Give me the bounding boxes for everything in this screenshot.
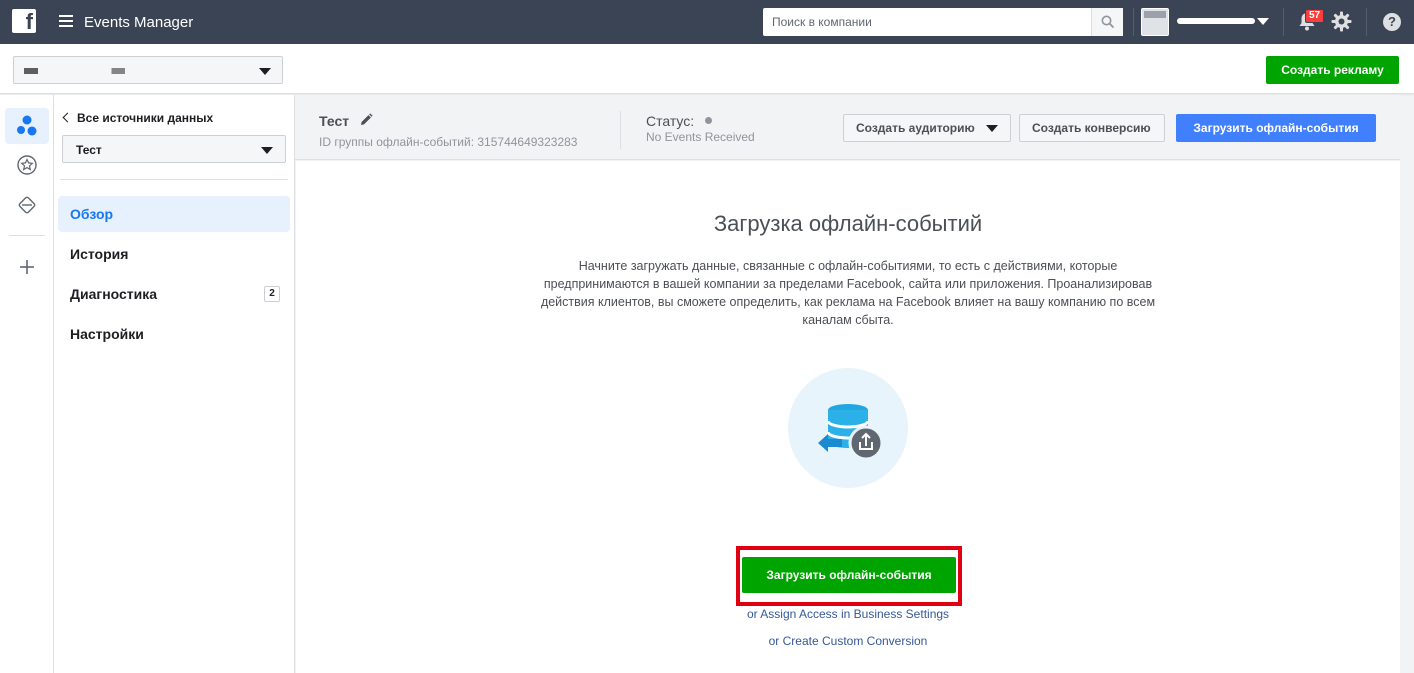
status-dot	[705, 117, 712, 124]
nav-item-overview[interactable]: Обзор	[58, 196, 290, 232]
left-nav: Все источники данных Тест Обзор История …	[54, 95, 295, 673]
facebook-logo-icon[interactable]: f	[12, 9, 36, 34]
upload-offline-events-header-button[interactable]: Загрузить офлайн-события	[1176, 114, 1376, 142]
business-bar	[0, 44, 1414, 94]
chevron-down-icon	[261, 147, 273, 154]
main-content: Загрузка офлайн-событий Начните загружат…	[296, 161, 1400, 673]
nav-item-label: История	[70, 246, 129, 262]
search-input[interactable]	[763, 8, 1091, 36]
upload-offline-events-button[interactable]: Загрузить офлайн-события	[742, 557, 956, 593]
create-audience-label: Создать аудиторию	[856, 121, 975, 135]
menu-icon[interactable]	[59, 15, 73, 27]
back-to-data-sources-link[interactable]: Все источники данных	[62, 111, 214, 125]
icon-rail	[0, 95, 54, 673]
database-upload-icon	[788, 368, 908, 488]
diagnostics-count-badge: 2	[264, 286, 280, 302]
add-icon[interactable]	[17, 257, 37, 277]
app-title[interactable]: Events Manager	[84, 14, 193, 31]
page-title: Тест	[319, 113, 350, 129]
notification-badge: 57	[1305, 9, 1325, 23]
gear-icon[interactable]	[1331, 11, 1352, 32]
nav-item-diagnostics[interactable]: Диагностика 2	[58, 276, 290, 312]
account-name-redacted[interactable]	[1177, 18, 1255, 24]
pencil-icon[interactable]	[359, 113, 373, 127]
offline-event-set-id: ID группы офлайн-событий: 31574464932328…	[319, 135, 578, 149]
nav-item-label: Обзор	[70, 206, 114, 222]
custom-conversion-link-text[interactable]: or Create Custom Conversion	[769, 634, 928, 648]
custom-conversion-link: or Create Custom Conversion	[296, 634, 1400, 648]
divider	[1133, 8, 1134, 36]
create-conversion-button[interactable]: Создать конверсию	[1019, 114, 1165, 142]
nav-item-history[interactable]: История	[58, 236, 290, 272]
section-description: Начните загружать данные, связанные с оф…	[540, 259, 1156, 327]
nav-item-label: Диагностика	[70, 286, 158, 302]
divider	[9, 235, 45, 236]
create-ad-button[interactable]: Создать рекламу	[1266, 56, 1399, 84]
nav-item-settings[interactable]: Настройки	[58, 316, 290, 352]
chevron-left-icon	[62, 112, 73, 123]
divider	[620, 111, 621, 149]
status-label: Статус:	[646, 113, 695, 129]
assign-access-link-text[interactable]: or Assign Access in Business Settings	[747, 607, 949, 621]
account-avatar[interactable]	[1141, 8, 1169, 36]
assign-access-link: or Assign Access in Business Settings	[296, 607, 1400, 621]
help-icon[interactable]: ?	[1383, 13, 1401, 31]
search-box	[763, 8, 1123, 36]
top-bar: f Events Manager 57 ?	[0, 0, 1414, 44]
search-icon	[1101, 15, 1115, 29]
business-selector[interactable]	[13, 56, 283, 84]
chevron-down-icon[interactable]	[1257, 18, 1269, 25]
status-value: No Events Received	[646, 130, 755, 144]
divider	[1366, 8, 1367, 36]
chevron-down-icon	[259, 68, 271, 75]
back-link-label: Все источники данных	[77, 111, 214, 125]
divider	[60, 179, 288, 180]
nav-item-label: Настройки	[70, 326, 144, 342]
data-sources-icon[interactable]	[17, 115, 37, 137]
star-icon[interactable]	[17, 155, 37, 175]
divider	[1283, 8, 1284, 36]
search-button[interactable]	[1091, 8, 1123, 36]
create-audience-button[interactable]: Создать аудиторию	[843, 114, 1011, 142]
page-header: Тест ID группы офлайн-событий: 315744649…	[295, 95, 1400, 160]
chevron-down-icon	[986, 125, 998, 132]
partner-integrations-icon[interactable]	[17, 195, 37, 215]
section-title: Загрузка офлайн-событий	[713, 211, 983, 236]
data-source-selected: Тест	[76, 143, 102, 157]
business-name-redacted	[24, 68, 254, 74]
data-source-selector[interactable]: Тест	[62, 135, 286, 163]
